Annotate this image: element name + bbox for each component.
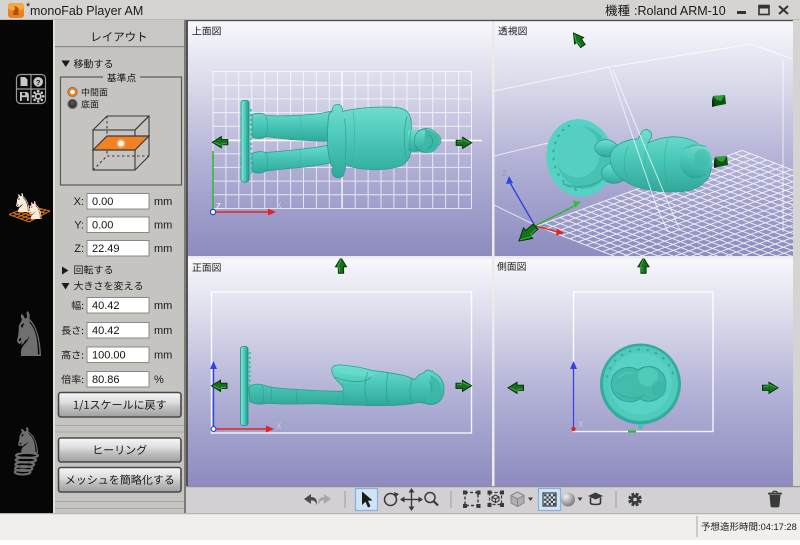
svg-text:Z: Z (502, 169, 507, 178)
svg-text:Y:: Y: (74, 220, 84, 232)
svg-text:0.00: 0.00 (92, 196, 113, 208)
svg-text:X: X (276, 201, 282, 210)
svg-text:X: X (276, 422, 282, 431)
svg-text:100.00: 100.00 (92, 350, 126, 362)
svg-text:Z: Z (216, 202, 221, 211)
svg-text:mm: mm (154, 350, 172, 362)
svg-text::04:17:28: :04:17:28 (758, 522, 797, 532)
svg-text:40.42: 40.42 (92, 300, 120, 312)
svg-text:80.86: 80.86 (92, 374, 120, 386)
svg-text:mm: mm (154, 196, 172, 208)
svg-text:22.49: 22.49 (92, 243, 120, 255)
svg-text:mm: mm (154, 243, 172, 255)
svg-text:?: ? (36, 78, 41, 87)
svg-text:%: % (154, 374, 164, 386)
svg-text:X:: X: (74, 196, 84, 208)
svg-text:40.42: 40.42 (92, 325, 120, 337)
svg-text:mm: mm (154, 300, 172, 312)
svg-text::Roland ARM-10: :Roland ARM-10 (634, 4, 726, 18)
svg-text:mm: mm (154, 325, 172, 337)
svg-text:Z:: Z: (74, 243, 84, 255)
svg-text:mm: mm (154, 220, 172, 232)
svg-text:0.00: 0.00 (92, 220, 113, 232)
svg-text:X: X (578, 420, 584, 429)
svg-text:monoFab Player AM: monoFab Player AM (30, 4, 143, 18)
